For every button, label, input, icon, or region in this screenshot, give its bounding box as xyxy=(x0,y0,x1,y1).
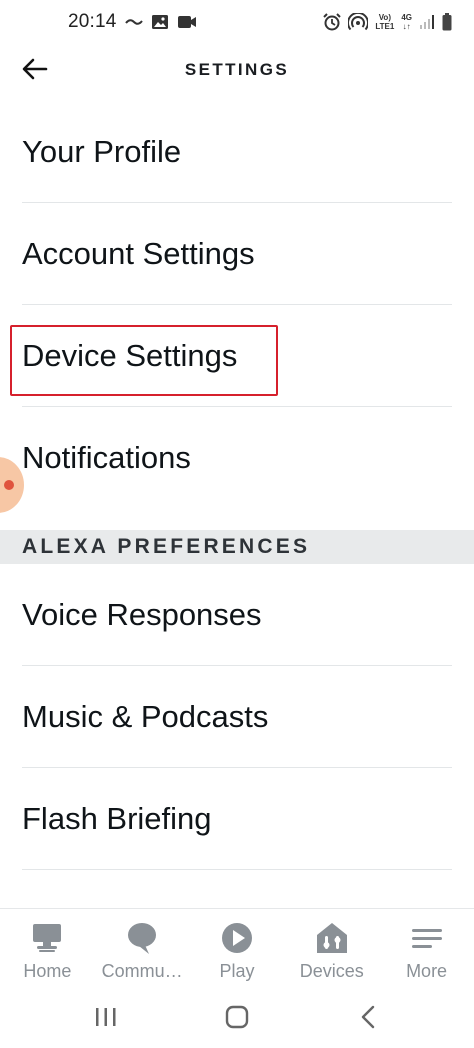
menu-item-label: Flash Briefing xyxy=(22,801,212,836)
back-arrow-icon xyxy=(22,58,48,83)
floating-touch-dot xyxy=(4,480,14,490)
section-header-label: ALEXA PREFERENCES xyxy=(22,535,311,558)
play-icon xyxy=(220,919,254,957)
hotspot-icon xyxy=(348,13,369,31)
page-title: SETTINGS xyxy=(184,60,290,79)
nav-label: Commu… xyxy=(101,961,183,981)
communicate-icon xyxy=(125,919,159,957)
home-icon xyxy=(30,919,64,957)
back-button[interactable] xyxy=(22,54,66,86)
volte-line2: LTE1 xyxy=(375,22,395,31)
home-square-icon xyxy=(224,1004,250,1035)
tilde-icon xyxy=(124,17,143,27)
video-icon xyxy=(177,15,197,29)
divider xyxy=(22,869,452,870)
settings-screen: 20:14 Vo) LTE1 4G ↓↑ SETTINGS Your Profi… xyxy=(0,0,474,1048)
nav-label: Home xyxy=(23,961,72,981)
network-4g-label: 4G xyxy=(401,13,412,22)
system-nav-bar xyxy=(0,990,474,1048)
volte-line1: Vo) xyxy=(378,13,391,22)
menu-item-label: Your Profile xyxy=(22,134,182,169)
nav-home[interactable]: Home xyxy=(0,919,94,982)
nav-devices[interactable]: Devices xyxy=(285,919,379,982)
menu-item-label: Voice Responses xyxy=(22,597,262,632)
menu-item-label: Music & Podcasts xyxy=(22,699,269,734)
nav-label: More xyxy=(406,961,448,981)
more-icon xyxy=(410,919,444,957)
status-bar: 20:14 Vo) LTE1 4G ↓↑ xyxy=(0,0,474,44)
back-system-button[interactable] xyxy=(338,997,398,1041)
menu-item-your-profile[interactable]: Your Profile xyxy=(0,101,474,203)
recents-button[interactable] xyxy=(76,997,136,1041)
bottom-nav: Home Commu… Play Devices More xyxy=(0,908,474,990)
volte-indicator: Vo) LTE1 xyxy=(375,13,394,31)
alarm-icon xyxy=(323,13,342,31)
menu-item-notifications[interactable]: Notifications xyxy=(0,407,474,509)
menu-item-label: Device Settings xyxy=(22,338,238,373)
menu-item-music-podcasts[interactable]: Music & Podcasts xyxy=(0,666,474,768)
app-header: SETTINGS xyxy=(0,44,474,96)
status-right: Vo) LTE1 4G ↓↑ xyxy=(323,13,452,31)
devices-icon xyxy=(315,919,349,957)
menu-item-flash-briefing[interactable]: Flash Briefing xyxy=(0,768,474,870)
nav-communicate[interactable]: Commu… xyxy=(95,919,189,982)
network-4g-indicator: 4G ↓↑ xyxy=(401,13,412,31)
menu-item-device-settings[interactable]: Device Settings xyxy=(0,305,474,407)
menu-item-label: Account Settings xyxy=(22,236,255,271)
data-arrows-icon: ↓↑ xyxy=(402,22,411,31)
nav-play[interactable]: Play xyxy=(190,919,284,982)
menu-item-account-settings[interactable]: Account Settings xyxy=(0,203,474,305)
nav-more[interactable]: More xyxy=(380,919,474,982)
home-system-button[interactable] xyxy=(207,997,267,1041)
chevron-left-icon xyxy=(359,1005,377,1034)
status-time: 20:14 xyxy=(68,11,117,32)
menu-item-voice-responses[interactable]: Voice Responses xyxy=(0,564,474,666)
section-header-alexa-preferences: ALEXA PREFERENCES xyxy=(0,530,474,564)
menu-item-label: Notifications xyxy=(22,440,191,475)
status-left: 20:14 xyxy=(68,11,197,33)
signal-icon xyxy=(419,14,435,30)
nav-label: Play xyxy=(219,961,255,981)
gallery-icon xyxy=(151,14,169,30)
nav-label: Devices xyxy=(299,961,364,981)
recents-icon xyxy=(94,1006,118,1033)
battery-icon xyxy=(442,13,452,31)
